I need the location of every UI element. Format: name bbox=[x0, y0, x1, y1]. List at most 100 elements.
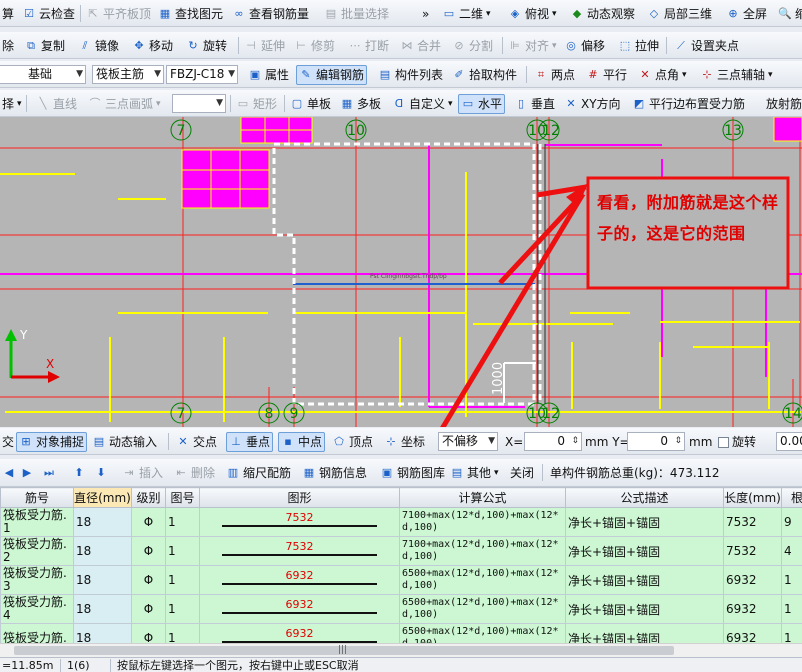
multi-slab-button[interactable]: ▦ 多板 bbox=[338, 94, 383, 114]
align-dropdown[interactable]: ⊫ 对齐 ▾ bbox=[506, 36, 559, 56]
cell-count[interactable]: 1 bbox=[781, 594, 802, 624]
single-slab-button[interactable]: ▢ 单板 bbox=[288, 94, 333, 114]
cell-shape[interactable]: 7532 bbox=[199, 536, 400, 566]
move-button[interactable]: ✥ 移动 bbox=[130, 36, 175, 56]
two-point-button[interactable]: ⌗ 两点 bbox=[532, 65, 577, 85]
cell-bar-no[interactable]: 筏板受力筋.1 bbox=[0, 507, 74, 537]
cell-bar-no[interactable]: 筏板受力筋.4 bbox=[0, 594, 74, 624]
offset-button[interactable]: ◎ 偏移 bbox=[562, 36, 607, 56]
extend-button[interactable]: ⊣ 延伸 bbox=[242, 36, 287, 56]
nav-prev-button[interactable]: ◀ bbox=[0, 463, 18, 483]
cell-figure-no[interactable]: 1 bbox=[165, 536, 200, 566]
rotate-button[interactable]: ↻ 旋转 bbox=[184, 36, 229, 56]
cell-bar-no[interactable]: 筏板受力筋. bbox=[0, 623, 74, 643]
col-header-count[interactable]: 根 bbox=[781, 487, 802, 508]
scale-rebar-button[interactable]: ▥ 缩尺配筋 bbox=[224, 463, 293, 483]
nav-next-button[interactable]: ▶ bbox=[18, 463, 36, 483]
col-header-length[interactable]: 长度(mm) bbox=[723, 487, 782, 508]
col-header-diameter[interactable]: 直径(mm) bbox=[73, 487, 132, 508]
rotate-checkbox[interactable]: 旋转 bbox=[716, 432, 758, 452]
three-point-axis-dropdown[interactable]: ⊹ 三点辅轴 ▾ bbox=[698, 65, 775, 85]
move-up-button[interactable]: ⬆ bbox=[70, 463, 88, 483]
break-button[interactable]: ⋯ 打断 bbox=[346, 36, 391, 56]
cell-length[interactable]: 7532 bbox=[723, 536, 782, 566]
cell-count[interactable]: 4 bbox=[781, 536, 802, 566]
2d-dropdown[interactable]: ▭ 二维 ▾ bbox=[440, 4, 493, 24]
col-header-description[interactable]: 公式描述 bbox=[565, 487, 724, 508]
cell-bar-no[interactable]: 筏板受力筋.2 bbox=[0, 536, 74, 566]
three-point-arc-dropdown[interactable]: ⌒ 三点画弧 ▾ bbox=[86, 94, 163, 114]
y-coordinate-input[interactable]: 0 ⇕ bbox=[627, 432, 685, 451]
coordinate-snap-button[interactable]: ⊹ 坐标 bbox=[382, 432, 427, 452]
component-type-select[interactable]: 筏板主筋 ▼ bbox=[92, 65, 164, 84]
perpendicular-snap-button[interactable]: ⊥ 垂点 bbox=[226, 432, 274, 452]
cell-grade[interactable]: Φ bbox=[131, 507, 166, 537]
cell-diameter[interactable]: 18 bbox=[73, 623, 132, 643]
line-button[interactable]: ╲ 直线 bbox=[34, 94, 79, 114]
horizontal-button[interactable]: ▭ 水平 bbox=[458, 94, 506, 114]
cell-formula[interactable]: 6500+max(12*d,100)+max(12*d,100) bbox=[399, 594, 566, 624]
more-chevron[interactable]: » bbox=[420, 4, 431, 24]
top-view-dropdown[interactable]: ◈ 俯视 ▾ bbox=[506, 4, 559, 24]
cell-count[interactable]: 9 bbox=[781, 507, 802, 537]
vertex-snap-button[interactable]: ⬠ 顶点 bbox=[330, 432, 375, 452]
align-slab-top-button[interactable]: ⇱ 平齐板顶 bbox=[84, 4, 153, 24]
cell-description[interactable]: 净长+锚固+锚固 bbox=[565, 623, 724, 643]
floor-select[interactable]: 基础 ▼ bbox=[0, 65, 86, 84]
delete-row-button[interactable]: ⇤ 删除 bbox=[172, 463, 217, 483]
custom-dropdown[interactable]: ᗡ 自定义 ▾ bbox=[390, 94, 455, 114]
set-grip-button[interactable]: ⟋ 设置夹点 bbox=[672, 36, 741, 56]
nav-last-button[interactable]: ⏭ bbox=[40, 463, 58, 483]
cell-formula[interactable]: 6500+max(12*d,100)+max(12*d,100) bbox=[399, 565, 566, 595]
midpoint-snap-button[interactable]: ▪ 中点 bbox=[278, 432, 326, 452]
arc-option-select[interactable]: ▼ bbox=[172, 94, 226, 113]
cell-shape[interactable]: 7532 bbox=[199, 507, 400, 537]
col-header-formula[interactable]: 计算公式 bbox=[399, 487, 566, 508]
cell-figure-no[interactable]: 1 bbox=[165, 623, 200, 643]
intersection-snap-partial[interactable]: 交 bbox=[0, 432, 16, 452]
rectangle-button[interactable]: ▭ 矩形 bbox=[234, 94, 279, 114]
calc-button[interactable]: 算 bbox=[0, 4, 16, 24]
cell-length[interactable]: 6932 bbox=[723, 594, 782, 624]
component-list-button[interactable]: ▤ 构件列表 bbox=[376, 65, 445, 85]
cell-formula[interactable]: 7100+max(12*d,100)+max(12*d,100) bbox=[399, 536, 566, 566]
fullscreen-button[interactable]: ⊕ 全屏 bbox=[724, 4, 769, 24]
cell-length[interactable]: 6932 bbox=[723, 565, 782, 595]
component-name-select[interactable]: FBZJ-C18 ▼ bbox=[166, 65, 238, 84]
table-row[interactable]: 筏板受力筋.4 18 Φ 1 6932 6500+max(12*d,100)+max(12… bbox=[0, 594, 802, 624]
table-row[interactable]: 筏板受力筋.3 18 Φ 1 6932 6500+max(12*d,100)+max(12… bbox=[0, 565, 802, 595]
view-rebar-button[interactable]: ∞ 查看钢筋量 bbox=[230, 4, 311, 24]
cell-diameter[interactable]: 18 bbox=[73, 594, 132, 624]
delete-button[interactable]: 除 bbox=[0, 36, 16, 56]
cell-shape[interactable]: 6932 bbox=[199, 623, 400, 643]
cell-description[interactable]: 净长+锚固+锚固 bbox=[565, 507, 724, 537]
col-header-shape[interactable]: 图形 bbox=[199, 487, 400, 508]
other-dropdown[interactable]: ▤ 其他 ▾ bbox=[448, 463, 501, 483]
cell-grade[interactable]: Φ bbox=[131, 536, 166, 566]
find-element-button[interactable]: ▦ 查找图元 bbox=[156, 4, 225, 24]
x-coordinate-input[interactable]: 0 ⇕ bbox=[524, 432, 582, 451]
local-3d-button[interactable]: ◇ 局部三维 bbox=[645, 4, 714, 24]
cell-figure-no[interactable]: 1 bbox=[165, 565, 200, 595]
stretch-button[interactable]: ⬚ 拉伸 bbox=[616, 36, 661, 56]
split-button[interactable]: ⊘ 分割 bbox=[450, 36, 495, 56]
dynamic-input-toggle[interactable]: ▤ 动态输入 bbox=[90, 432, 159, 452]
cell-formula[interactable]: 6500+max(12*d,100)+max(12*d,100) bbox=[399, 623, 566, 643]
cell-count[interactable]: 1 bbox=[781, 565, 802, 595]
copy-button[interactable]: ⧉ 复制 bbox=[22, 36, 67, 56]
horizontal-scrollbar[interactable]: ||| bbox=[0, 643, 802, 657]
rebar-info-button[interactable]: ▦ 钢筋信息 bbox=[300, 463, 369, 483]
table-row[interactable]: 筏板受力筋. 18 Φ 1 6932 6500+max(12*d,100)+max(12*… bbox=[0, 623, 802, 643]
xy-direction-button[interactable]: ✕ XY方向 bbox=[562, 94, 623, 114]
pick-component-button[interactable]: ✐ 拾取构件 bbox=[450, 65, 519, 85]
cell-diameter[interactable]: 18 bbox=[73, 536, 132, 566]
cell-count[interactable]: 1 bbox=[781, 623, 802, 643]
move-down-button[interactable]: ⬇ bbox=[92, 463, 110, 483]
object-snap-toggle[interactable]: ⊞ 对象捕捉 bbox=[16, 432, 88, 452]
point-angle-dropdown[interactable]: ✕ 点角 ▾ bbox=[636, 65, 689, 85]
cell-formula[interactable]: 7100+max(12*d,100)+max(12*d,100) bbox=[399, 507, 566, 537]
cell-bar-no[interactable]: 筏板受力筋.3 bbox=[0, 565, 74, 595]
parallel-button[interactable]: # 平行 bbox=[584, 65, 629, 85]
cell-diameter[interactable]: 18 bbox=[73, 565, 132, 595]
mirror-button[interactable]: ⫽ 镜像 bbox=[76, 36, 121, 56]
